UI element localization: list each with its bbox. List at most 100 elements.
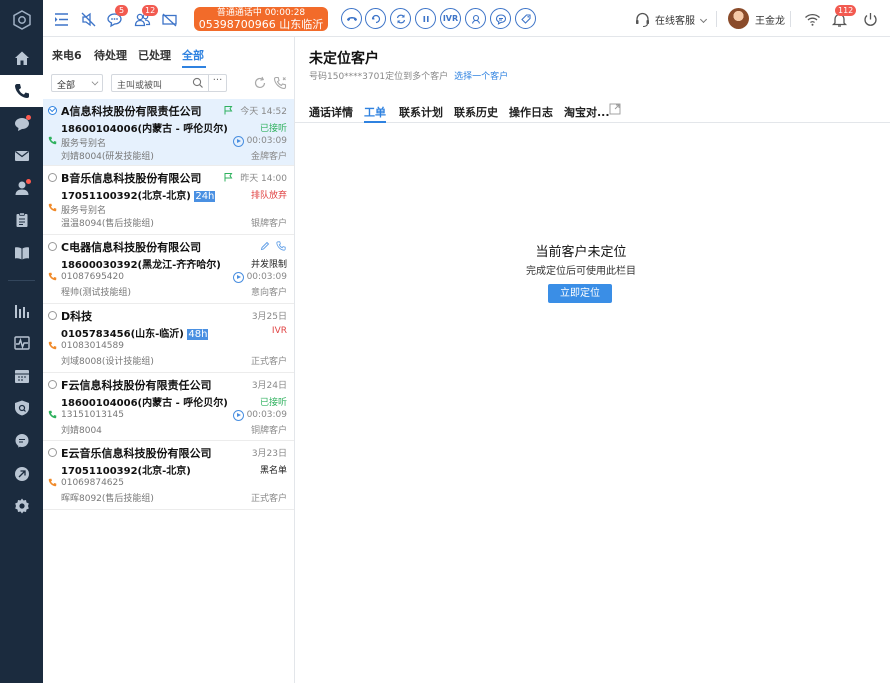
list-item[interactable]: F云信息科技股份有限责任公司 3月24日 18600104006(内蒙古 - 呼… [43,373,294,441]
contacts-button[interactable]: 12 [132,5,159,29]
expand-icon[interactable] [609,103,621,115]
phone-icon[interactable] [276,241,286,251]
message-button[interactable]: 5 [104,5,128,29]
avatar[interactable] [728,8,749,29]
service-status-dropdown[interactable]: 在线客服 [655,12,708,27]
row-status: 并发限制 [250,260,287,270]
notifications-button[interactable]: 112 [829,5,857,29]
list-item[interactable]: B音乐信息科技股份有限公司 昨天 14:00 17051100392(北京-北京… [43,166,294,235]
row-level: 正式客户 [250,357,287,367]
row-sub: 01083014589 [61,341,124,351]
mail-icon [14,151,29,161]
tab-tickets[interactable]: 工单 [364,104,386,120]
play-icon[interactable] [233,272,244,283]
nav-home[interactable] [0,42,43,74]
tab-contact-plan[interactable]: 联系计划 [399,104,443,120]
empty-state-title: 当前客户未定位 [535,245,627,260]
row-title: A信息科技股份有限责任公司 [61,105,202,118]
play-icon[interactable] [233,410,244,421]
wifi-icon [804,13,820,26]
search-icon[interactable] [192,77,204,89]
tab-taobao[interactable]: 淘宝对... [564,104,610,120]
nav-chat[interactable] [0,108,43,140]
nav-monitor[interactable] [0,327,43,359]
nav-mail[interactable] [0,140,43,172]
row-checkbox[interactable] [48,448,57,457]
tab-incoming[interactable]: 来电6 [52,47,82,63]
hangup-button[interactable] [341,8,362,29]
tab-all[interactable]: 全部 [182,47,204,63]
flag-icon[interactable] [223,105,233,115]
edit-icon[interactable] [260,241,270,251]
list-item[interactable]: A信息科技股份有限责任公司 今天 14:52 18600104006(内蒙古 -… [43,99,294,166]
call-timer: 00:00:28 [264,8,306,18]
nav-reports[interactable] [0,295,43,327]
call-list-tabs: 来电6 待处理 已处理 全部 [43,37,295,69]
row-tag: 24h [194,191,216,202]
phone-icon [48,341,57,350]
consult-button[interactable] [465,8,486,29]
tab-processed[interactable]: 已处理 [138,47,171,63]
pause-button[interactable] [415,8,436,29]
row-time: 今天 14:52 [240,107,287,117]
select-customer-link[interactable]: 选择一个客户 [454,72,508,82]
row-checkbox[interactable] [48,242,57,251]
list-item[interactable]: C电器信息科技股份有限公司 18600030392(黑龙江-齐齐哈尔) 并发限制… [43,235,294,304]
satisfaction-icon [495,13,506,25]
row-checkbox[interactable] [48,311,57,320]
row-agent: 晖晖8092(售后技能组) [61,494,154,504]
video-off-button[interactable] [159,9,179,29]
nav-tickets[interactable] [0,204,43,236]
nav-settings[interactable] [0,490,43,522]
menu-collapse-button[interactable] [51,9,71,29]
chevron-down-icon [700,15,708,24]
contacts-badge: 12 [142,5,159,16]
dial-icon[interactable] [273,76,287,90]
flag-icon[interactable] [223,172,233,182]
list-item[interactable]: D科技 3月25日 0105783456(山东-临沂) 48h IVR 0108… [43,304,294,373]
row-sub: 服务号别名 [61,139,107,149]
row-number: 18600104006(内蒙古 - 呼伦贝尔) [61,124,228,135]
play-icon[interactable] [233,136,244,147]
nav-quality[interactable] [0,392,43,424]
row-status: 黑名单 [259,466,287,476]
tab-pending[interactable]: 待处理 [94,47,127,63]
ivr-button[interactable]: IVR [440,8,461,29]
call-status-pill[interactable]: 普通通话中 00:00:28 05398700966 山东临沂 [194,7,328,31]
tab-contact-history[interactable]: 联系历史 [454,104,498,120]
row-checkbox[interactable] [48,173,57,182]
clipboard-icon [16,212,27,227]
tab-operation-log[interactable]: 操作日志 [509,104,553,120]
tag-button[interactable] [515,8,536,29]
row-checkbox[interactable] [48,106,57,115]
search-input[interactable]: 主叫或被叫 ··· [111,74,227,92]
mute-button[interactable] [78,9,98,29]
call-location: 山东临沂 [279,18,324,31]
refresh-icon[interactable] [253,76,267,90]
row-number: 18600104006(内蒙古 - 呼伦贝尔) [61,398,228,409]
nav-integrations[interactable] [0,458,43,490]
row-duration: 00:03:09 [246,272,287,282]
nav-im[interactable] [0,425,43,457]
nav-phone[interactable] [0,75,43,107]
transfer-button[interactable] [390,8,411,29]
power-icon [863,12,877,26]
row-number: 0105783456(山东-临沂) 48h [61,325,209,340]
nav-calendar[interactable] [0,360,43,392]
search-more-button[interactable]: ··· [208,75,226,91]
row-checkbox[interactable] [48,380,57,389]
satisfaction-button[interactable] [490,8,511,29]
power-button[interactable] [860,9,880,29]
phone-icon [48,203,57,212]
user-name[interactable]: 王金龙 [755,12,785,27]
list-item[interactable]: E云音乐信息科技股份有限公司 3月23日 17051100392(北京-北京) … [43,441,294,510]
row-duration: 00:03:09 [246,136,287,146]
nav-customer[interactable] [0,172,43,204]
phone-icon [48,136,57,145]
locate-now-button[interactable]: 立即定位 [548,284,612,303]
hold-button[interactable] [365,8,386,29]
call-list-panel: 来电6 待处理 已处理 全部 全部 主叫或被叫 ··· A信息科技股份有限责任公… [43,37,295,683]
scope-select[interactable]: 全部 [51,74,103,92]
tab-call-details[interactable]: 通话详情 [309,104,353,120]
nav-knowledge[interactable] [0,237,43,269]
